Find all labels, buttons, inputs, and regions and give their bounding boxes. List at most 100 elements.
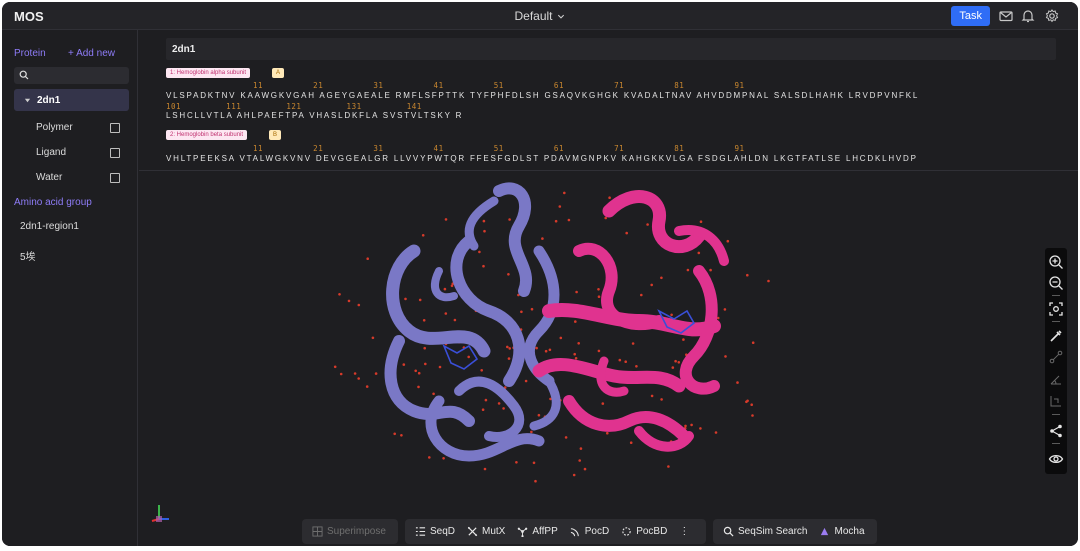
water-oxygen: [374, 372, 378, 375]
superimpose-icon: [312, 526, 323, 537]
water-oxygen: [478, 250, 481, 254]
water-oxygen: [371, 336, 375, 340]
angle-measure-icon[interactable]: [1048, 371, 1064, 387]
water-oxygen: [453, 318, 457, 322]
pipette-icon[interactable]: [1048, 328, 1064, 344]
chevron-down-icon: [557, 14, 565, 19]
molecule-viewer[interactable]: [139, 171, 1078, 546]
chain-a-row2-sequence[interactable]: LSHCLLVTLA AHLPAEFTPA VHASLDKFLA SVSTVLT…: [166, 111, 463, 120]
sequence-panel: 2dn1 1: Hemoglobin alpha subunit A 11 21…: [139, 30, 1078, 171]
group-item-5a[interactable]: 5埃: [20, 248, 36, 263]
water-oxygen: [604, 216, 607, 220]
eye-icon[interactable]: [1048, 451, 1064, 467]
water-oxygen: [579, 447, 583, 450]
water-oxygen: [767, 279, 770, 283]
water-oxygen: [667, 465, 670, 468]
seqsim-search-label: SeqSim Search: [738, 526, 808, 537]
water-oxygen: [333, 365, 337, 369]
water-oxygen: [534, 479, 537, 483]
water-oxygen: [483, 229, 486, 233]
mutx-icon: [467, 526, 478, 537]
search-icon: [723, 526, 734, 537]
water-oxygen: [366, 257, 369, 260]
zoom-in-icon[interactable]: [1048, 254, 1064, 270]
chain-b-tag[interactable]: 2: Hemoglobin beta subunit: [166, 130, 248, 140]
viewer-toolbar: [1045, 248, 1067, 474]
mocha-button[interactable]: Mocha: [813, 519, 870, 544]
water-oxygen: [714, 431, 718, 434]
caret-down-icon: [24, 98, 31, 102]
superimpose-label: Superimpose: [327, 526, 386, 537]
water-oxygen: [537, 413, 541, 417]
chain-a-row1-sequence[interactable]: VLSPADKTNV KAAWGKVGAH AGEYGAEALE RMFLSFP…: [166, 91, 919, 100]
chain-a-tag[interactable]: 1: Hemoglobin alpha subunit: [166, 68, 251, 78]
water-oxygen: [347, 299, 351, 303]
water-oxygen: [640, 293, 643, 297]
search-input[interactable]: [14, 67, 129, 84]
pocbd-icon: [622, 527, 631, 536]
water-oxygen: [723, 308, 727, 311]
amino-acid-group-label: Amino acid group: [14, 197, 92, 208]
water-oxygen: [564, 436, 568, 439]
group-item-region1[interactable]: 2dn1-region1: [20, 221, 79, 232]
water-oxygen: [686, 268, 690, 272]
seqd-button[interactable]: SeqD: [405, 519, 461, 544]
protein-structure-render[interactable]: [139, 171, 1078, 546]
add-new-button[interactable]: + Add new: [68, 48, 115, 59]
water-oxygen: [404, 297, 407, 301]
sidebar-item-water[interactable]: Water: [36, 172, 62, 183]
water-oxygen: [575, 290, 578, 294]
more-tools-button[interactable]: ⋮: [673, 519, 695, 544]
water-oxygen: [414, 369, 418, 373]
ligand-view-icon[interactable]: [110, 148, 120, 158]
pocd-label: PocD: [584, 526, 610, 537]
water-oxygen: [506, 345, 509, 349]
seqsim-search-button[interactable]: SeqSim Search: [713, 519, 813, 544]
screenshot-icon[interactable]: [1048, 301, 1064, 317]
water-oxygen: [541, 237, 544, 240]
pocd-button[interactable]: PocD: [564, 519, 615, 544]
water-oxygen: [515, 461, 518, 464]
mutx-button[interactable]: MutX: [461, 519, 511, 544]
seqd-icon: [415, 527, 426, 536]
gear-icon[interactable]: [1044, 8, 1060, 24]
water-oxygen: [444, 218, 448, 221]
seqd-label: SeqD: [430, 526, 456, 537]
water-oxygen: [544, 349, 548, 353]
dihedral-measure-icon[interactable]: [1048, 393, 1064, 409]
water-oxygen: [548, 348, 552, 352]
water-oxygen: [417, 385, 420, 389]
network-icon[interactable]: [1048, 423, 1064, 439]
water-oxygen: [393, 432, 396, 436]
chain-b-row1-sequence[interactable]: VHLTPEEKSA VTALWGKVNV DEVGGEALGR LLVVYPW…: [166, 154, 918, 163]
water-oxygen: [444, 312, 448, 315]
sidebar-item-ligand[interactable]: Ligand: [36, 147, 66, 158]
water-oxygen: [559, 336, 563, 340]
bell-icon[interactable]: [1020, 8, 1036, 24]
top-bar: MOS Default Task: [2, 2, 1078, 30]
water-view-icon[interactable]: [110, 173, 120, 183]
water-oxygen: [482, 219, 486, 223]
workspace-dropdown[interactable]: Default: [514, 9, 565, 23]
pocbd-button[interactable]: PocBD: [615, 519, 673, 544]
sidebar-item-polymer[interactable]: Polymer: [36, 122, 73, 133]
polymer-view-icon[interactable]: [110, 123, 120, 133]
app-title: MOS: [14, 9, 44, 24]
sidebar-item-2dn1[interactable]: 2dn1: [14, 89, 129, 111]
water-oxygen: [365, 385, 369, 388]
water-oxygen: [422, 319, 426, 322]
water-oxygen: [660, 398, 663, 401]
water-oxygen: [357, 303, 361, 307]
superimpose-button[interactable]: Superimpose: [302, 519, 392, 544]
chain-a-badge: A: [272, 68, 285, 78]
water-oxygen: [530, 430, 533, 434]
water-oxygen: [428, 456, 431, 459]
axes-gizmo: [149, 499, 171, 528]
mail-icon[interactable]: [998, 8, 1014, 24]
water-oxygen: [625, 231, 628, 235]
task-button[interactable]: Task: [951, 6, 990, 26]
affpp-button[interactable]: AffPP: [511, 519, 563, 544]
chain-b-badge: B: [269, 130, 282, 140]
distance-measure-icon[interactable]: [1048, 349, 1064, 365]
zoom-out-icon[interactable]: [1048, 275, 1064, 291]
